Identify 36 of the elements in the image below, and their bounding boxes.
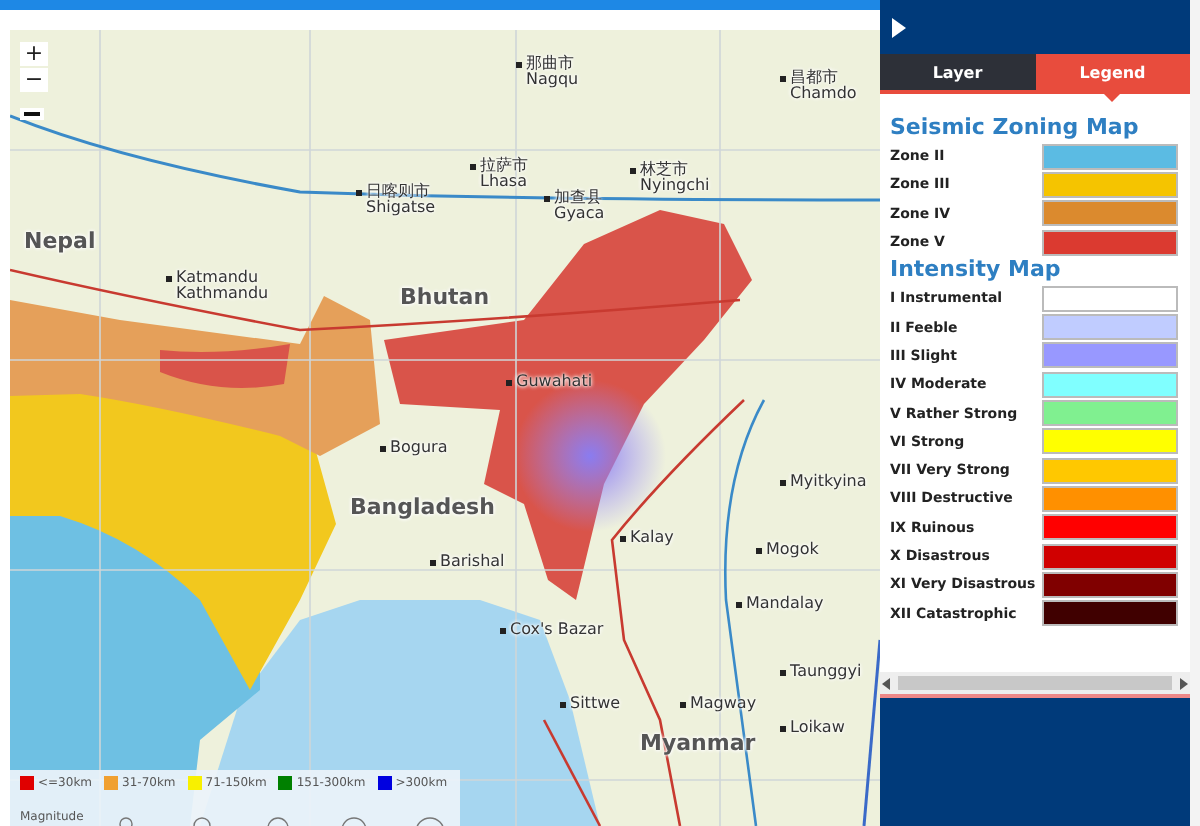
expand-icon[interactable] [892,17,906,37]
city-label: 那曲市 [526,56,574,73]
city-label: Nyingchi [640,178,710,196]
country-label: Bangladesh [350,496,495,520]
city-label: Loikaw [790,720,845,737]
city-label: Chamdo [790,86,857,104]
city-label: Katmandu [176,270,259,286]
horizontal-scrollbar[interactable] [880,672,1190,698]
scale-bar-icon [20,108,44,120]
scroll-right-icon[interactable] [1178,677,1190,689]
city-label: Gyaca [554,206,605,224]
scroll-left-icon[interactable] [880,677,892,689]
city-label: Mogok [766,542,819,559]
city-label: Lhasa [480,174,528,192]
city-label: Shigatse [366,200,436,218]
city-label: Sittwe [570,696,621,713]
zoom-out-button[interactable]: − [20,68,48,92]
city-label: Myitkyina [790,474,867,491]
city-label: Kathmandu [176,286,269,304]
section-title: Intensity Map [890,256,1063,283]
zoom-in-button[interactable]: + [20,42,48,66]
city-label: Guwahati [516,374,593,391]
city-label: Kalay [630,530,674,547]
city-label: Bogura [390,440,448,457]
city-label: Cox's Bazar [510,622,604,639]
map-drawing[interactable] [10,30,880,826]
city-label: Taunggyi [790,664,862,681]
country-label: Nepal [24,230,96,254]
city-label: 拉萨市 [480,158,528,174]
city-label: 林芝市 [640,162,688,178]
section-title: Seismic Zoning Map [890,114,1141,140]
city-label: Barishal [440,554,505,571]
city-label: Mandalay [746,596,824,613]
city-label: 昌都市 [790,70,838,86]
country-label: Bhutan [400,286,490,310]
city-label: Nagqu [526,72,579,90]
